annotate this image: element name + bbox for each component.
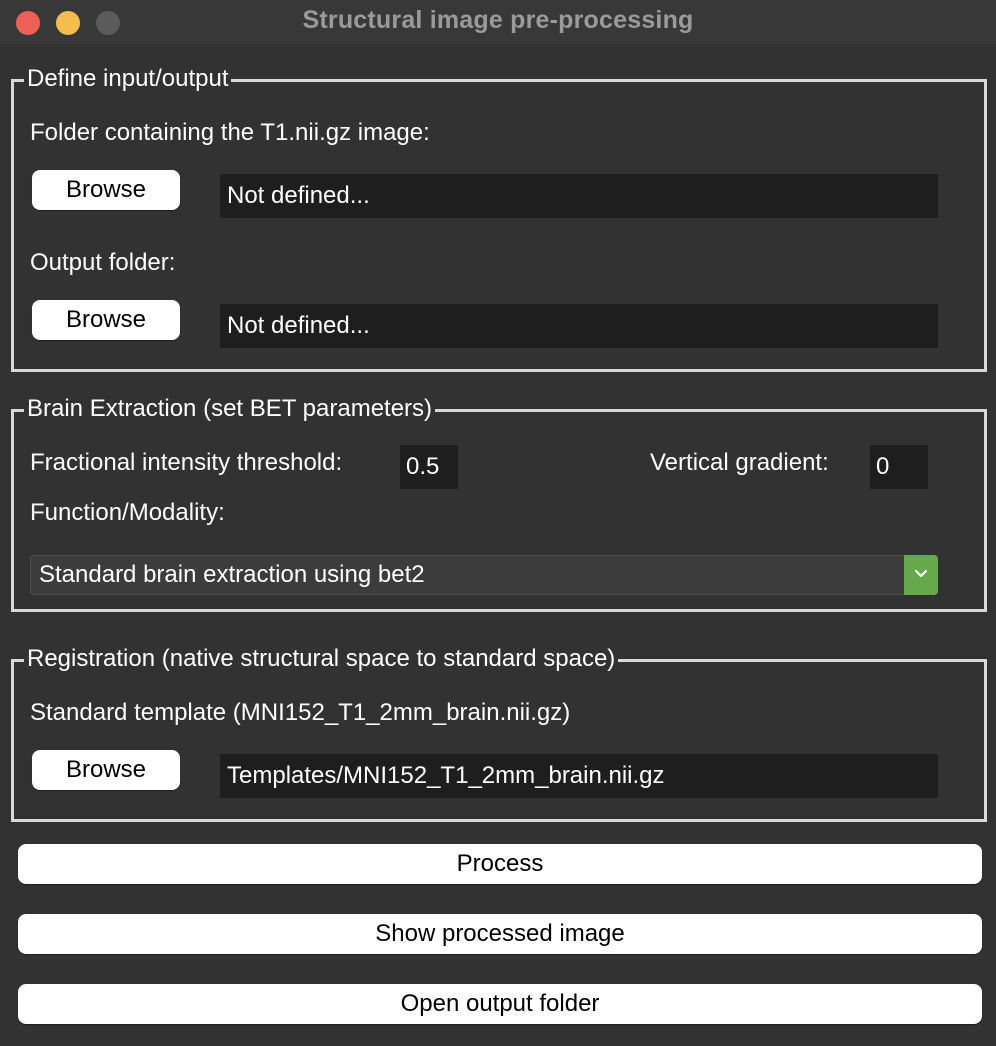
output-browse-button[interactable]: Browse — [32, 300, 180, 340]
fractional-intensity-input[interactable]: 0.5 — [400, 445, 458, 489]
output-folder-label: Output folder: — [30, 249, 176, 276]
modality-selected-value: Standard brain extraction using bet2 — [39, 561, 425, 588]
process-button[interactable]: Process — [18, 844, 982, 884]
vertical-gradient-input[interactable]: 0 — [870, 445, 928, 489]
modality-dropdown[interactable]: Standard brain extraction using bet2 — [30, 555, 938, 595]
vertical-gradient-label: Vertical gradient: — [650, 449, 829, 476]
title-bar: Structural image pre-processing — [0, 0, 996, 44]
template-label: Standard template (MNI152_T1_2mm_brain.n… — [30, 699, 571, 726]
show-processed-image-button[interactable]: Show processed image — [18, 914, 982, 954]
open-output-folder-button[interactable]: Open output folder — [18, 984, 982, 1024]
bet-group-legend: Brain Extraction (set BET parameters) — [24, 394, 436, 424]
template-browse-button[interactable]: Browse — [32, 750, 180, 790]
template-path-field[interactable]: Templates/MNI152_T1_2mm_brain.nii.gz — [220, 754, 938, 798]
input-browse-button[interactable]: Browse — [32, 170, 180, 210]
fractional-intensity-label: Fractional intensity threshold: — [30, 449, 343, 476]
input-folder-label: Folder containing the T1.nii.gz image: — [30, 119, 430, 146]
window-title: Structural image pre-processing — [302, 6, 694, 34]
input-folder-field[interactable]: Not defined... — [220, 174, 938, 218]
io-group-legend: Define input/output — [24, 64, 232, 94]
modality-label: Function/Modality: — [30, 499, 225, 526]
output-folder-field[interactable]: Not defined... — [220, 304, 938, 348]
registration-group-legend: Registration (native structural space to… — [24, 644, 619, 674]
chevron-down-icon[interactable] — [904, 555, 938, 595]
